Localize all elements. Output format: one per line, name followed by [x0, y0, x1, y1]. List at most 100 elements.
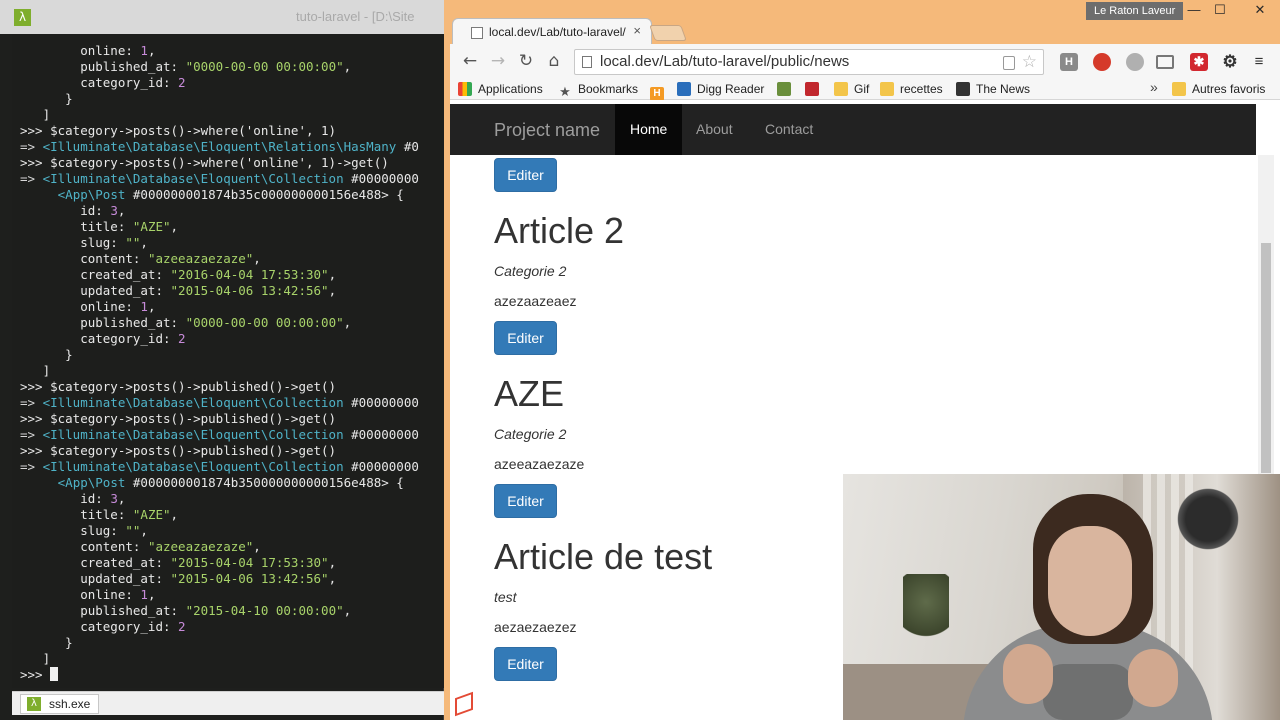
bookmark-gif[interactable]: Gif — [834, 81, 869, 97]
folder-icon — [880, 82, 894, 96]
bookmark-h[interactable]: H — [650, 81, 670, 101]
folder-icon — [834, 82, 848, 96]
settings-gear-icon[interactable]: ⚙ — [1221, 53, 1239, 71]
record-extension-icon[interactable] — [1126, 53, 1144, 71]
text-cursor — [50, 667, 59, 681]
terminal-line: title: "AZE", — [20, 507, 179, 522]
bookmark-bookmarks[interactable]: ★ Bookmarks — [558, 81, 638, 99]
browser-tab-active[interactable]: local.dev/Lab/tuto-laravel/ × — [452, 18, 652, 46]
article-title: Article de test — [494, 536, 713, 577]
terminal-line: online: 1, — [20, 587, 156, 602]
article-title: Article 2 — [494, 210, 625, 251]
terminal-line: content: "azeeazaezaze", — [20, 251, 261, 266]
terminal-line: content: "azeeazaezaze", — [20, 539, 261, 554]
scrollbar-thumb[interactable] — [1261, 243, 1271, 473]
digg-icon — [677, 82, 691, 96]
forward-arrow-icon[interactable]: → — [486, 50, 510, 72]
terminal-line: published_at: "0000-00-00 00:00:00", — [20, 315, 352, 330]
bookmark-redbox[interactable] — [805, 81, 825, 97]
terminal-line: title: "AZE", — [20, 219, 179, 234]
minimize-button[interactable]: — — [1180, 0, 1208, 20]
reload-icon[interactable]: ↻ — [514, 50, 538, 72]
edit-button[interactable]: Editer — [494, 158, 557, 192]
terminal-tabbar: λ ssh.exe — [12, 691, 444, 715]
terminal-line: online: 1, — [20, 299, 156, 314]
bookmarks-bar: Applications ★ Bookmarks H Digg Reader Gi… — [450, 78, 1280, 101]
edit-button[interactable]: Editer — [494, 647, 557, 681]
page-favicon-icon — [471, 27, 483, 39]
terminal-line: <App\Post #000000001874b35c000000000156e… — [57, 187, 404, 202]
site-brand[interactable]: Project name — [494, 120, 600, 141]
bookmark-shield[interactable] — [777, 81, 797, 97]
edit-button[interactable]: Editer — [494, 321, 557, 355]
tab-strip: local.dev/Lab/tuto-laravel/ × Le Raton L… — [444, 0, 1280, 46]
terminal-line: online: 1, — [20, 43, 156, 58]
apps-icon — [458, 82, 472, 96]
nav-home[interactable]: Home — [615, 104, 683, 155]
address-bar[interactable]: local.dev/Lab/tuto-laravel/public/news ☆ — [574, 49, 1044, 75]
article-category: Categorie 2 — [494, 426, 567, 442]
terminal-line: created_at: "2015-04-04 17:53:30", — [20, 555, 337, 570]
nav-about[interactable]: About — [681, 104, 748, 155]
terminal-line: => <Illuminate\Database\Eloquent\Collect… — [20, 427, 419, 442]
terminal-line: category_id: 2 — [20, 331, 186, 346]
terminal-line: category_id: 2 — [20, 619, 186, 634]
news-icon — [956, 82, 970, 96]
lambda-icon: λ — [27, 697, 41, 711]
home-icon[interactable]: ⌂ — [542, 50, 566, 72]
terminal-line: slug: "", — [20, 523, 148, 538]
terminal-console[interactable]: online: 1, published_at: "0000-00-00 00:… — [12, 34, 444, 688]
extension-asterisk-icon[interactable]: ✱ — [1190, 53, 1208, 71]
site-navbar: Project name Home About Contact — [450, 104, 1256, 155]
bookmark-applications[interactable]: Applications — [458, 81, 543, 97]
bookmark-the-news[interactable]: The News — [956, 81, 1030, 97]
edit-button[interactable]: Editer — [494, 484, 557, 518]
terminal-line: ] — [20, 107, 51, 122]
microphone — [1173, 484, 1243, 554]
bookmark-star-icon[interactable]: ☆ — [1022, 52, 1037, 72]
terminal-output: online: 1, published_at: "0000-00-00 00:… — [20, 43, 419, 683]
redbox-icon — [805, 82, 819, 96]
terminal-line: => <Illuminate\Database\Eloquent\Collect… — [20, 171, 419, 186]
terminal-line: id: 3, — [20, 203, 126, 218]
browser-menu-icon[interactable]: ≡ — [1250, 53, 1268, 71]
terminal-tab-label: ssh.exe — [49, 697, 91, 711]
tab-title: local.dev/Lab/tuto-laravel/ — [489, 25, 626, 39]
browser-toolbar: ← → ↻ ⌂ local.dev/Lab/tuto-laravel/publi… — [450, 44, 1280, 78]
terminal-line: ] — [20, 363, 51, 378]
article-content: azezaazeaez — [494, 293, 577, 309]
back-arrow-icon[interactable]: ← — [458, 50, 482, 72]
page-action-icon[interactable] — [1003, 56, 1015, 70]
h-icon: H — [650, 87, 664, 101]
terminal-line: >>> $category->posts()->published()->get… — [20, 379, 337, 394]
terminal-prompt[interactable]: >>> — [20, 667, 419, 683]
terminal-title: tuto-laravel - [D:\Site — [296, 9, 415, 24]
bookmarks-overflow-icon[interactable]: » — [1150, 79, 1158, 95]
terminal-line: >>> $category->posts()->where('online', … — [20, 155, 389, 170]
page-info-icon[interactable] — [582, 56, 592, 68]
bookmark-other-favorites[interactable]: Autres favoris — [1172, 81, 1265, 97]
bookmark-recettes[interactable]: recettes — [880, 81, 943, 97]
url-text[interactable]: local.dev/Lab/tuto-laravel/public/news — [600, 53, 849, 70]
tab-close-icon[interactable]: × — [633, 23, 641, 38]
plant — [903, 574, 949, 644]
article-content: aezaezaezez — [494, 619, 577, 635]
terminal-tab-ssh[interactable]: λ ssh.exe — [20, 694, 100, 714]
article-category: Categorie 2 — [494, 263, 567, 279]
cast-icon[interactable] — [1156, 55, 1174, 69]
article-category: test — [494, 589, 517, 605]
profile-badge[interactable]: Le Raton Laveur — [1086, 2, 1184, 20]
terminal-line: >>> $category->posts()->published()->get… — [20, 411, 337, 426]
presenter-hand — [1128, 649, 1178, 707]
maximize-button[interactable]: ☐ — [1206, 0, 1234, 20]
close-window-button[interactable]: ✕ — [1244, 0, 1276, 20]
terminal-line: updated_at: "2015-04-06 13:42:56", — [20, 283, 337, 298]
extension-h-icon[interactable]: H — [1060, 53, 1078, 71]
nav-contact[interactable]: Contact — [750, 104, 828, 155]
terminal-line: } — [20, 347, 73, 362]
new-tab-button[interactable] — [649, 25, 687, 41]
terminal-line: => <Illuminate\Database\Eloquent\Collect… — [20, 459, 419, 474]
terminal-line: created_at: "2016-04-04 17:53:30", — [20, 267, 337, 282]
bookmark-digg-reader[interactable]: Digg Reader — [677, 81, 764, 97]
adblock-extension-icon[interactable] — [1093, 53, 1111, 71]
